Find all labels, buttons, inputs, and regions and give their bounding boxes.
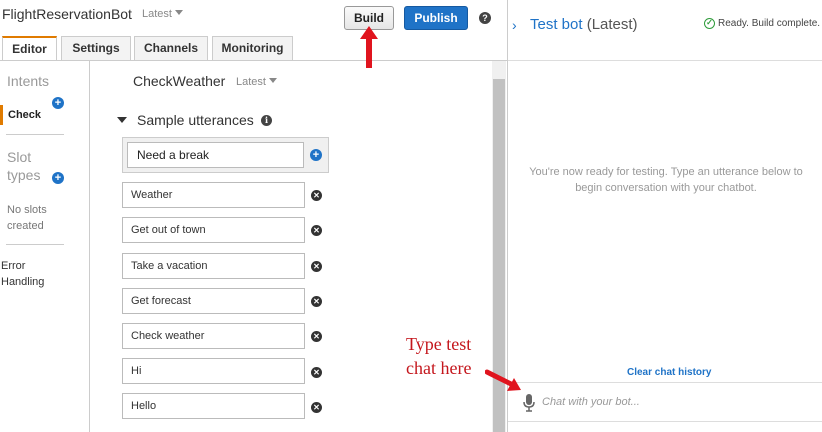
intent-version-label: Latest	[236, 76, 266, 88]
tab-editor[interactable]: Editor	[2, 36, 57, 61]
sidebar-item-check[interactable]: Check	[0, 105, 41, 125]
clear-chat-history-link[interactable]: Clear chat history	[627, 367, 711, 378]
test-bot-pane: › Test bot (Latest) ✓ Ready. Build compl…	[508, 0, 822, 432]
annotation-arrow-up-icon	[360, 26, 378, 68]
intent-version-dropdown[interactable]: Latest	[236, 76, 277, 88]
utterance-item[interactable]: Get forecast	[122, 288, 305, 314]
annotation-label: Type test chat here	[406, 334, 472, 378]
intent-name: CheckWeather	[133, 73, 226, 89]
test-bot-version: (Latest)	[586, 16, 638, 33]
chat-input[interactable]	[542, 390, 812, 414]
remove-utterance-icon[interactable]: ✕	[311, 367, 322, 378]
publish-button[interactable]: Publish	[404, 6, 468, 30]
annotation-arrow-down-right-icon	[485, 369, 521, 391]
utterance-item[interactable]: Take a vacation	[122, 253, 305, 279]
utterance-item[interactable]: Weather	[122, 182, 305, 208]
bot-name: FlightReservationBot	[2, 6, 132, 22]
annotation-text: Type test chat here	[406, 332, 486, 380]
sidebar-slot-types-label: Slot types	[7, 149, 41, 183]
test-bot-title[interactable]: Test bot (Latest)	[530, 16, 638, 33]
no-slots-text: No slots created	[7, 204, 47, 232]
remove-utterance-icon[interactable]: ✕	[311, 331, 322, 342]
header-divider	[508, 60, 822, 61]
remove-utterance-icon[interactable]: ✕	[311, 190, 322, 201]
chat-divider	[508, 382, 822, 383]
add-slot-type-plus-icon[interactable]: +	[52, 172, 64, 184]
sidebar-divider	[6, 134, 64, 135]
utterance-item[interactable]: Hello	[122, 393, 305, 419]
tab-channels[interactable]: Channels	[134, 36, 208, 60]
bot-version-label: Latest	[142, 8, 172, 20]
sidebar-divider	[6, 244, 64, 245]
sidebar-intents-label: Intents	[7, 73, 50, 89]
tab-settings[interactable]: Settings	[61, 36, 131, 60]
info-icon[interactable]: i	[261, 115, 272, 126]
remove-utterance-icon[interactable]: ✕	[311, 261, 322, 272]
test-bot-label: Test bot	[530, 16, 583, 33]
chat-bottom-border	[508, 421, 822, 422]
utterance-item[interactable]: Check weather	[122, 323, 305, 349]
remove-utterance-icon[interactable]: ✕	[311, 225, 322, 236]
bot-version-dropdown[interactable]: Latest	[142, 8, 183, 20]
utterance-item[interactable]: Hi	[122, 358, 305, 384]
new-utterance-input[interactable]	[127, 142, 304, 168]
ready-message: You're now ready for testing. Type an ut…	[529, 166, 803, 194]
add-intent-plus-icon[interactable]: +	[52, 97, 64, 109]
tab-monitoring[interactable]: Monitoring	[212, 36, 293, 60]
chevron-down-icon	[174, 10, 183, 15]
microphone-icon[interactable]	[522, 394, 536, 412]
check-circle-icon: ✓	[704, 18, 715, 29]
sample-utterances-heading: Sample utterances	[137, 112, 254, 128]
caret-down-icon	[117, 117, 127, 123]
help-icon[interactable]: ?	[479, 12, 491, 24]
sidebar: Intents + Check Slot types + No slots cr…	[0, 61, 90, 432]
add-utterance-plus-icon[interactable]: +	[310, 149, 322, 161]
sidebar-item-error-handling[interactable]: Error Handling	[1, 258, 61, 290]
tab-bar: Editor Settings Channels Monitoring	[0, 36, 507, 61]
sample-utterances-toggle[interactable]: Sample utterances	[117, 112, 254, 128]
remove-utterance-icon[interactable]: ✕	[311, 296, 322, 307]
build-status: Ready. Build complete.	[718, 18, 821, 29]
chevron-down-icon	[268, 78, 277, 83]
remove-utterance-icon[interactable]: ✕	[311, 402, 322, 413]
chevron-right-icon[interactable]: ›	[512, 17, 517, 33]
utterance-item[interactable]: Get out of town	[122, 217, 305, 243]
